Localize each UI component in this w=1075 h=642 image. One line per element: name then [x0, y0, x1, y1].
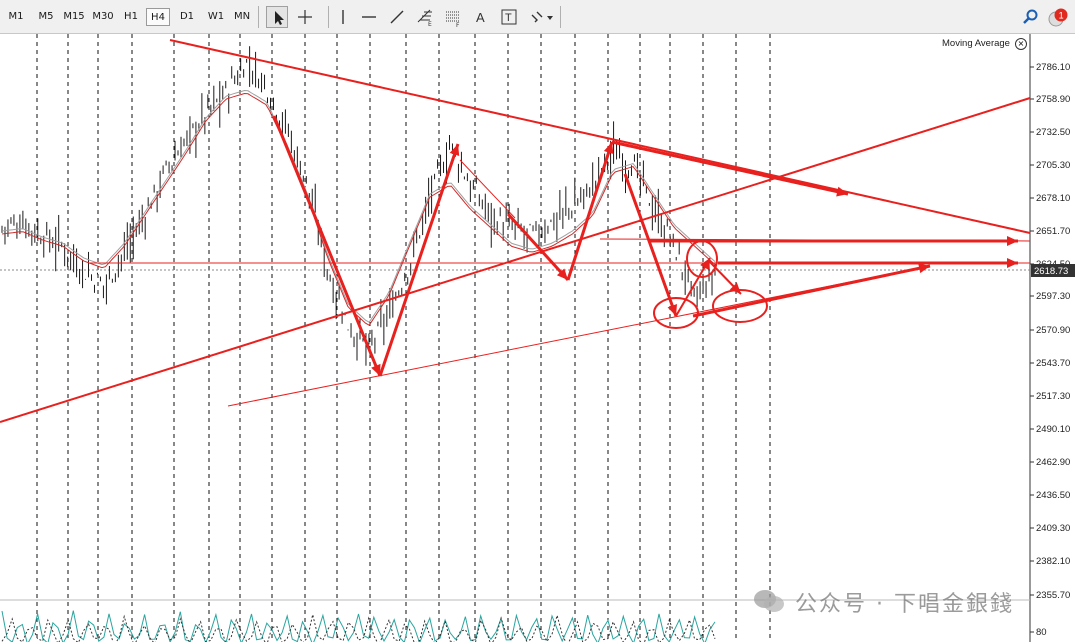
price-tick-label: 2409.30	[1036, 523, 1070, 534]
fibonacci-channel-icon[interactable]: F	[442, 6, 464, 28]
price-tick-label: 2436.50	[1036, 490, 1070, 501]
price-tick-label: 2678.10	[1036, 193, 1070, 204]
upper-trendline	[169, 39, 1031, 234]
horizontal-line-icon[interactable]	[358, 6, 380, 28]
arrow-top-right-head	[1007, 236, 1018, 246]
svg-text:T: T	[505, 12, 512, 24]
timeframe-h4-button[interactable]: H4	[146, 8, 170, 26]
price-tick-label: 2462.90	[1036, 457, 1070, 468]
price-tick-label: 2651.70	[1036, 226, 1070, 237]
price-tick-label: 2570.90	[1036, 325, 1070, 336]
timeframe-m1-button[interactable]: M1	[4, 8, 28, 26]
svg-text:E: E	[428, 21, 432, 28]
vertical-line-icon[interactable]	[332, 6, 354, 28]
crosshair-icon[interactable]	[294, 6, 316, 28]
arrow-up-1	[378, 143, 460, 377]
cursor-icon[interactable]	[266, 6, 288, 28]
timeframe-d1-button[interactable]: D1	[176, 8, 198, 26]
price-tick-label: 2355.70	[1036, 590, 1070, 601]
notification-count: 1	[1059, 11, 1064, 21]
price-tick-label: 2705.30	[1036, 160, 1070, 171]
timeframe-mn-button[interactable]: MN	[232, 8, 252, 26]
wechat-logo-icon	[754, 590, 784, 612]
price-tick-label: 2758.90	[1036, 94, 1070, 105]
arrow-upper-right	[611, 140, 849, 196]
chart-canvas[interactable]: 2786.10 2758.90 2732.50 2705.30 2678.10 2651.…	[0, 34, 1075, 642]
rising-trendline	[0, 97, 1031, 423]
timeframe-m15-button[interactable]: M15	[62, 8, 86, 26]
price-tick-label: 2517.30	[1036, 391, 1070, 402]
search-icon[interactable]	[1020, 6, 1042, 28]
indicator-label: Moving Average	[942, 38, 1010, 49]
price-tick-label: 2732.50	[1036, 127, 1070, 138]
text-icon[interactable]: A	[470, 6, 492, 28]
fibonacci-icon[interactable]: E	[414, 6, 436, 28]
price-tick-label: 2597.30	[1036, 291, 1070, 302]
timeframe-h1-button[interactable]: H1	[120, 8, 142, 26]
arrow-up-1-head	[449, 144, 460, 157]
price-tick-label: 2543.70	[1036, 358, 1070, 369]
arrow-down-3	[623, 173, 678, 317]
trendline-icon[interactable]	[386, 6, 408, 28]
text-label-icon[interactable]: T	[498, 6, 520, 28]
timeframe-m30-button[interactable]: M30	[90, 8, 116, 26]
toolbar-separator	[560, 6, 561, 28]
price-tick-label: 80	[1036, 627, 1047, 638]
chart-toolbar: M1 M5 M15 M30 H1 H4 D1 W1 MN E F A T 1	[0, 0, 1075, 34]
arrows-icon[interactable]	[528, 6, 558, 28]
toolbar-separator	[328, 6, 329, 28]
connector-line	[459, 159, 516, 219]
watermark-text: 公众号 · 下唱金銀錢	[795, 592, 1014, 617]
arrow-up-2-head	[603, 142, 614, 154]
arrow-down-1	[272, 115, 382, 377]
timeframe-m5-button[interactable]: M5	[34, 8, 58, 26]
price-tick-label: 2490.10	[1036, 424, 1070, 435]
notification-icon[interactable]: 1	[1046, 6, 1068, 28]
svg-text:F: F	[456, 22, 460, 28]
svg-text:A: A	[476, 10, 485, 25]
arrow-middle-right-head	[1007, 258, 1018, 268]
current-price-label: 2618.73	[1034, 266, 1068, 277]
arrow-down-3-head	[667, 303, 677, 316]
price-tick-label: 2382.10	[1036, 556, 1070, 567]
price-chart[interactable]: 2786.10 2758.90 2732.50 2705.30 2678.10 2651.…	[0, 34, 1075, 642]
toolbar-separator	[258, 6, 259, 28]
indicator-close-icon[interactable]: ×	[1015, 38, 1027, 50]
price-tick-label: 2786.10	[1036, 62, 1070, 73]
timeframe-w1-button[interactable]: W1	[204, 8, 228, 26]
